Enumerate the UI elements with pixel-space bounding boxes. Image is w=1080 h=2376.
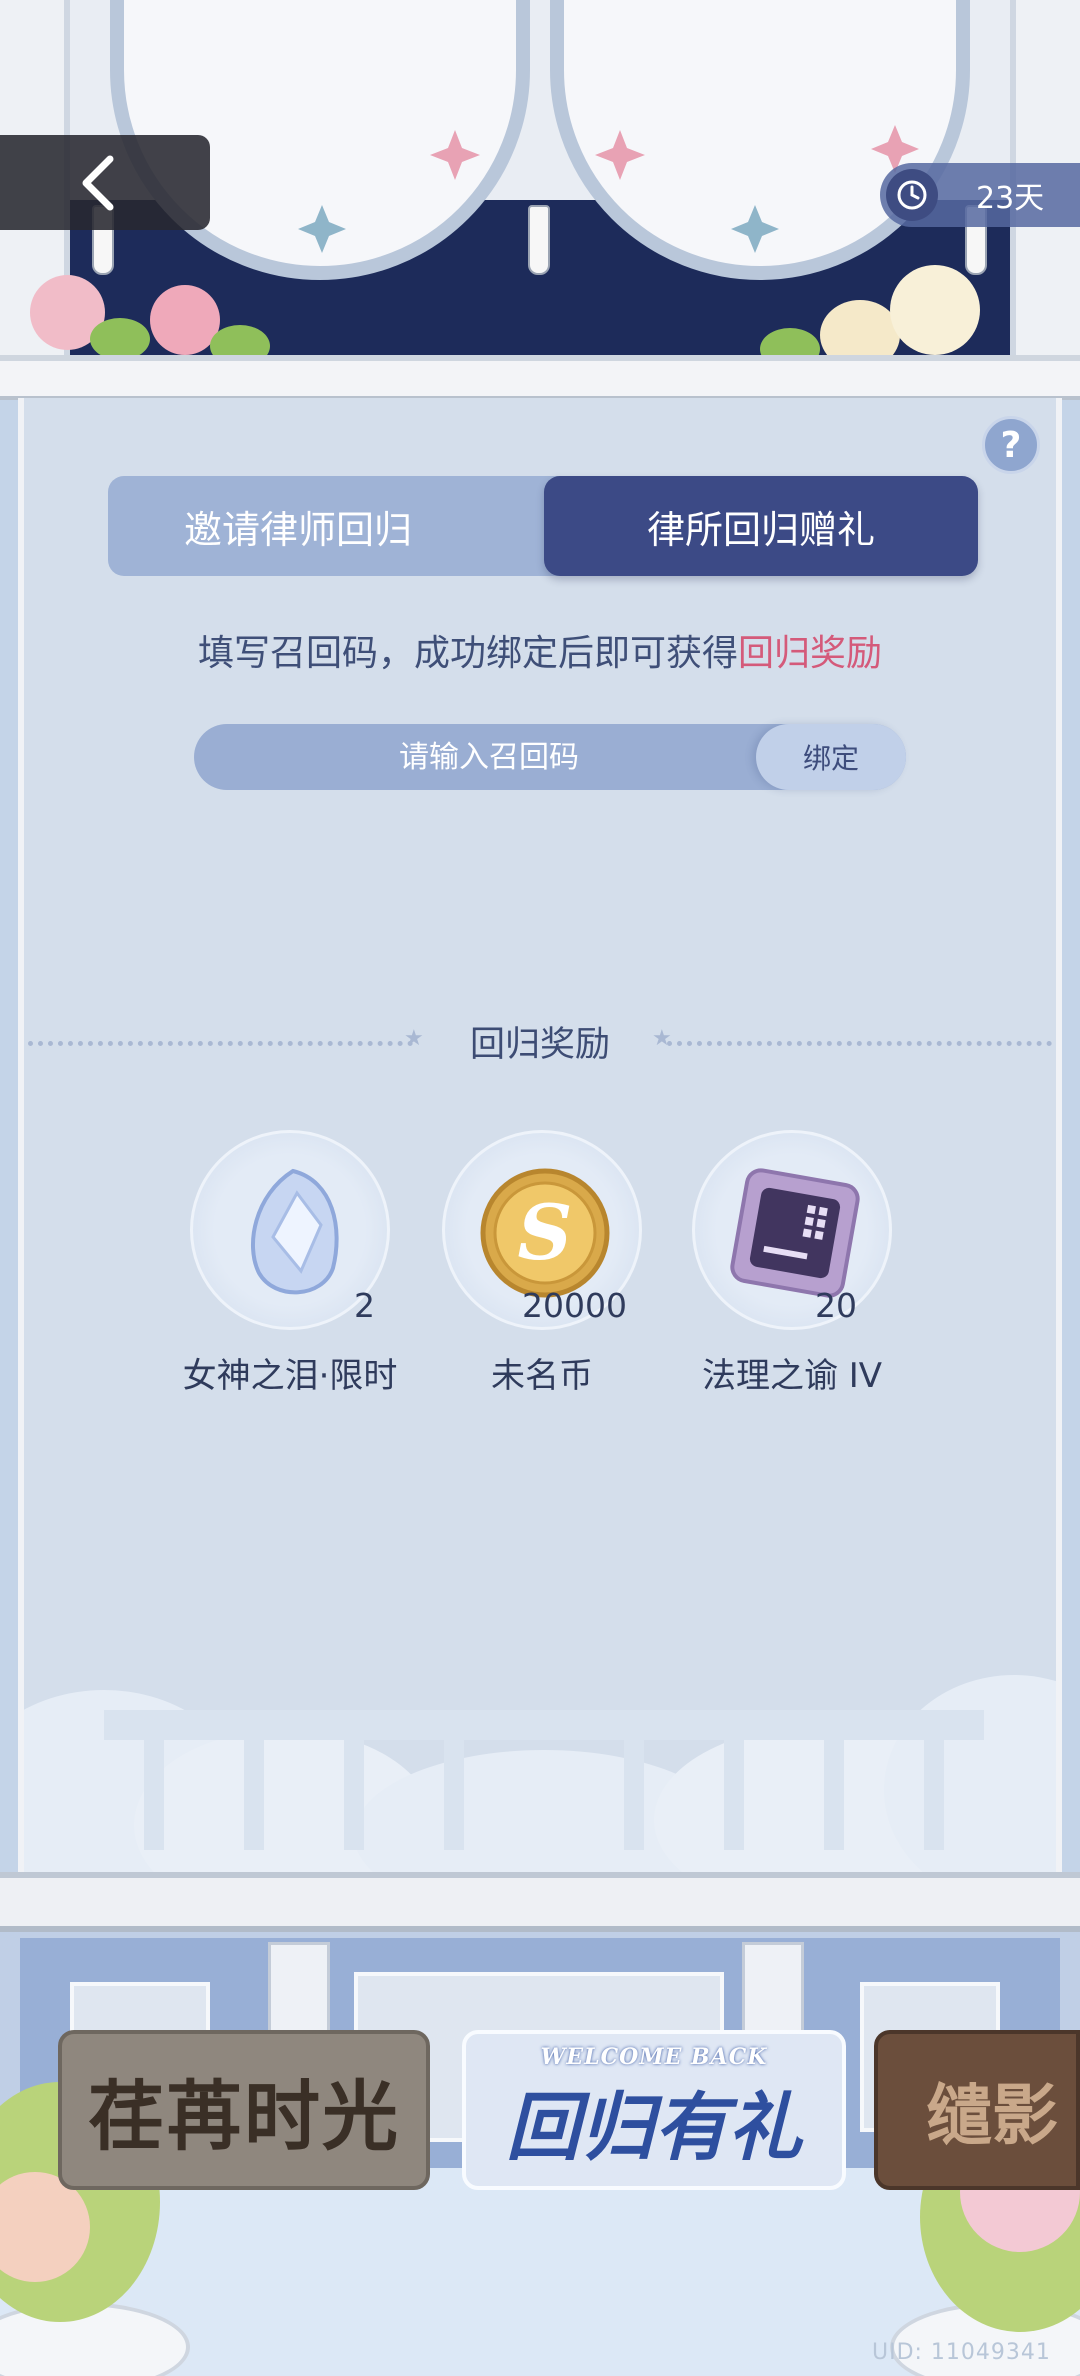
event-banner-shadow[interactable]: 缱影 bbox=[874, 2030, 1080, 2190]
countdown-badge: 23天 bbox=[880, 163, 1080, 227]
sparkle-star bbox=[731, 205, 779, 253]
sparkle-star bbox=[595, 130, 645, 180]
bind-button[interactable]: 绑定 bbox=[756, 724, 906, 790]
reward-item[interactable]: S 20000 未名币 bbox=[417, 1130, 667, 1410]
divider-right bbox=[667, 1041, 1052, 1046]
help-button[interactable]: ? bbox=[982, 416, 1040, 474]
window-sill bbox=[0, 355, 1080, 400]
recall-code-input[interactable] bbox=[194, 724, 784, 790]
sparkle-star bbox=[430, 130, 480, 180]
banner-title: 回归有礼 bbox=[506, 2084, 802, 2171]
tab-invite-lawyer[interactable]: 邀请律师回归 bbox=[108, 476, 578, 576]
instruction-text: 填写召回码，成功绑定后即可获得回归奖励 bbox=[0, 624, 1080, 676]
reward-item[interactable]: 20 法理之谕 IV bbox=[667, 1130, 917, 1410]
clock-icon bbox=[886, 169, 938, 221]
reward-quantity: 2 bbox=[354, 1286, 375, 1325]
back-button[interactable] bbox=[0, 135, 210, 230]
banner-title: 缱影 bbox=[926, 2076, 1058, 2154]
reward-name: 法理之谕 IV bbox=[701, 1356, 883, 1396]
ledge-decoration bbox=[0, 1872, 1080, 1932]
reward-item[interactable]: 2 女神之泪·限时 bbox=[165, 1130, 415, 1410]
event-banner-welcome-back[interactable]: WELCOME BACK 回归有礼 bbox=[462, 2030, 846, 2190]
reward-quantity: 20 bbox=[815, 1286, 857, 1325]
svg-text:S: S bbox=[518, 1188, 573, 1277]
tab-return-gift[interactable]: 律所回归赠礼 bbox=[544, 476, 978, 576]
star-icon: ★ bbox=[652, 1026, 672, 1051]
instruction-highlight: 回归奖励 bbox=[738, 633, 883, 674]
reward-quantity: 20000 bbox=[522, 1286, 627, 1325]
uid-label: UID: 11049341 bbox=[872, 2340, 1051, 2365]
event-banner-time[interactable]: 荏苒时光 bbox=[58, 2030, 430, 2190]
sparkle-star bbox=[298, 205, 346, 253]
countdown-text: 23天 bbox=[976, 181, 1045, 216]
chevron-left-icon bbox=[82, 155, 114, 210]
tab-bar: 邀请律师回归 律所回归赠礼 bbox=[108, 476, 978, 576]
instruction-main: 填写召回码，成功绑定后即可获得 bbox=[197, 633, 738, 674]
banner-title: 荏苒时光 bbox=[88, 2072, 400, 2161]
cloud-decoration bbox=[24, 1675, 1056, 1872]
recall-code-form: 绑定 bbox=[194, 724, 906, 790]
